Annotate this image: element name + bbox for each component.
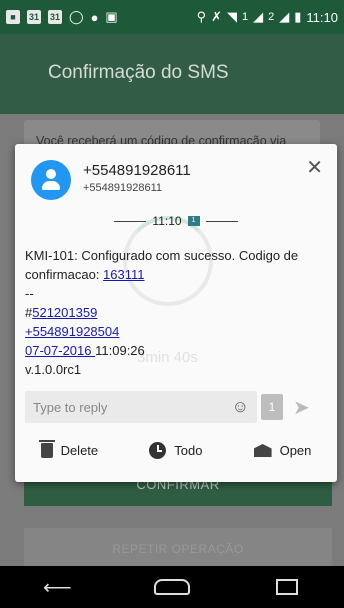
home-icon: [153, 579, 190, 595]
reply-input[interactable]: Type to reply ☺: [25, 391, 257, 423]
sender-number: +554891928611: [83, 162, 191, 179]
back-icon[interactable]: ⟵: [32, 575, 82, 600]
sim1-label: 1: [242, 11, 249, 23]
clock-icon: [149, 442, 167, 459]
message-text: KMI-101: Configurado com sucesso. Codigo…: [25, 248, 299, 282]
recent-apps-button[interactable]: [262, 579, 312, 595]
recent-apps-icon: [275, 579, 298, 595]
person-icon: [46, 169, 56, 179]
page-title: Confirmação do SMS: [48, 62, 229, 83]
status-time: 11:10: [306, 9, 338, 25]
app-bar: Confirmação do SMS: [0, 34, 344, 114]
close-icon[interactable]: ✕: [306, 158, 323, 178]
reply-row: Type to reply ☺ 1 ➤: [25, 390, 327, 424]
reply-placeholder: Type to reply: [33, 399, 108, 415]
trash-icon: [38, 440, 55, 458]
location-icon: ⚲: [196, 9, 207, 24]
sender-subtitle: +554891928611: [83, 182, 163, 194]
repeat-operation-button[interactable]: REPETIR OPERAÇÃO: [24, 528, 332, 570]
whatsapp-icon: ◯: [69, 9, 84, 24]
app-icon: ●: [90, 9, 99, 25]
action-bar: Delete Todo Open: [15, 440, 337, 459]
envelope-open-icon: [253, 444, 272, 457]
signal-icon: ◢: [253, 9, 264, 24]
battery-icon: ▮: [294, 9, 302, 24]
delete-button[interactable]: Delete: [38, 440, 99, 458]
version-text: v.1.0.0rc1: [25, 362, 82, 377]
sim-icon: 1: [187, 216, 200, 226]
sim2-label: 2: [268, 11, 275, 23]
message-body: KMI-101: Configurado com sucesso. Codigo…: [25, 246, 325, 379]
todo-button[interactable]: Todo: [149, 442, 202, 459]
sim-select-button[interactable]: 1: [261, 394, 283, 420]
message-time-divider: 11:10 1: [15, 214, 337, 228]
date-link[interactable]: 07-07-2016: [25, 343, 95, 358]
status-bar: ■ 31 31 ◯ ● ▣ ⚲ ✗ ◥ 1 ◢ 2 ◢ ▮ 11:10: [0, 0, 344, 34]
signal-icon: ◢: [279, 9, 290, 24]
open-label: Open: [279, 443, 312, 458]
todo-label: Todo: [174, 443, 203, 458]
code-link[interactable]: 163111: [103, 267, 144, 282]
phone-link[interactable]: +554891928504: [25, 324, 119, 339]
navigation-bar: ⟵: [0, 566, 344, 608]
emoji-icon[interactable]: ☺: [232, 397, 249, 417]
delete-label: Delete: [60, 443, 99, 458]
send-icon[interactable]: ➤: [293, 395, 310, 420]
calendar-icon: 31: [48, 10, 62, 24]
calendar-icon: 31: [27, 10, 41, 24]
home-button[interactable]: [147, 579, 197, 595]
message-time: 11:10: [152, 214, 182, 228]
hash-link[interactable]: 521201359: [32, 305, 97, 320]
wifi-icon: ◥: [227, 9, 238, 24]
open-button[interactable]: Open: [253, 443, 312, 458]
sms-popup: 3min 40s +554891928611 +554891928611 ✕ 1…: [15, 144, 337, 482]
gallery-icon: ▣: [105, 9, 118, 24]
contact-avatar: [31, 160, 71, 200]
message-time-text: 11:09:26: [95, 343, 145, 358]
message-separator: --: [25, 286, 34, 301]
notification-square-icon: ■: [6, 10, 20, 24]
bluetooth-icon: ✗: [211, 9, 223, 24]
